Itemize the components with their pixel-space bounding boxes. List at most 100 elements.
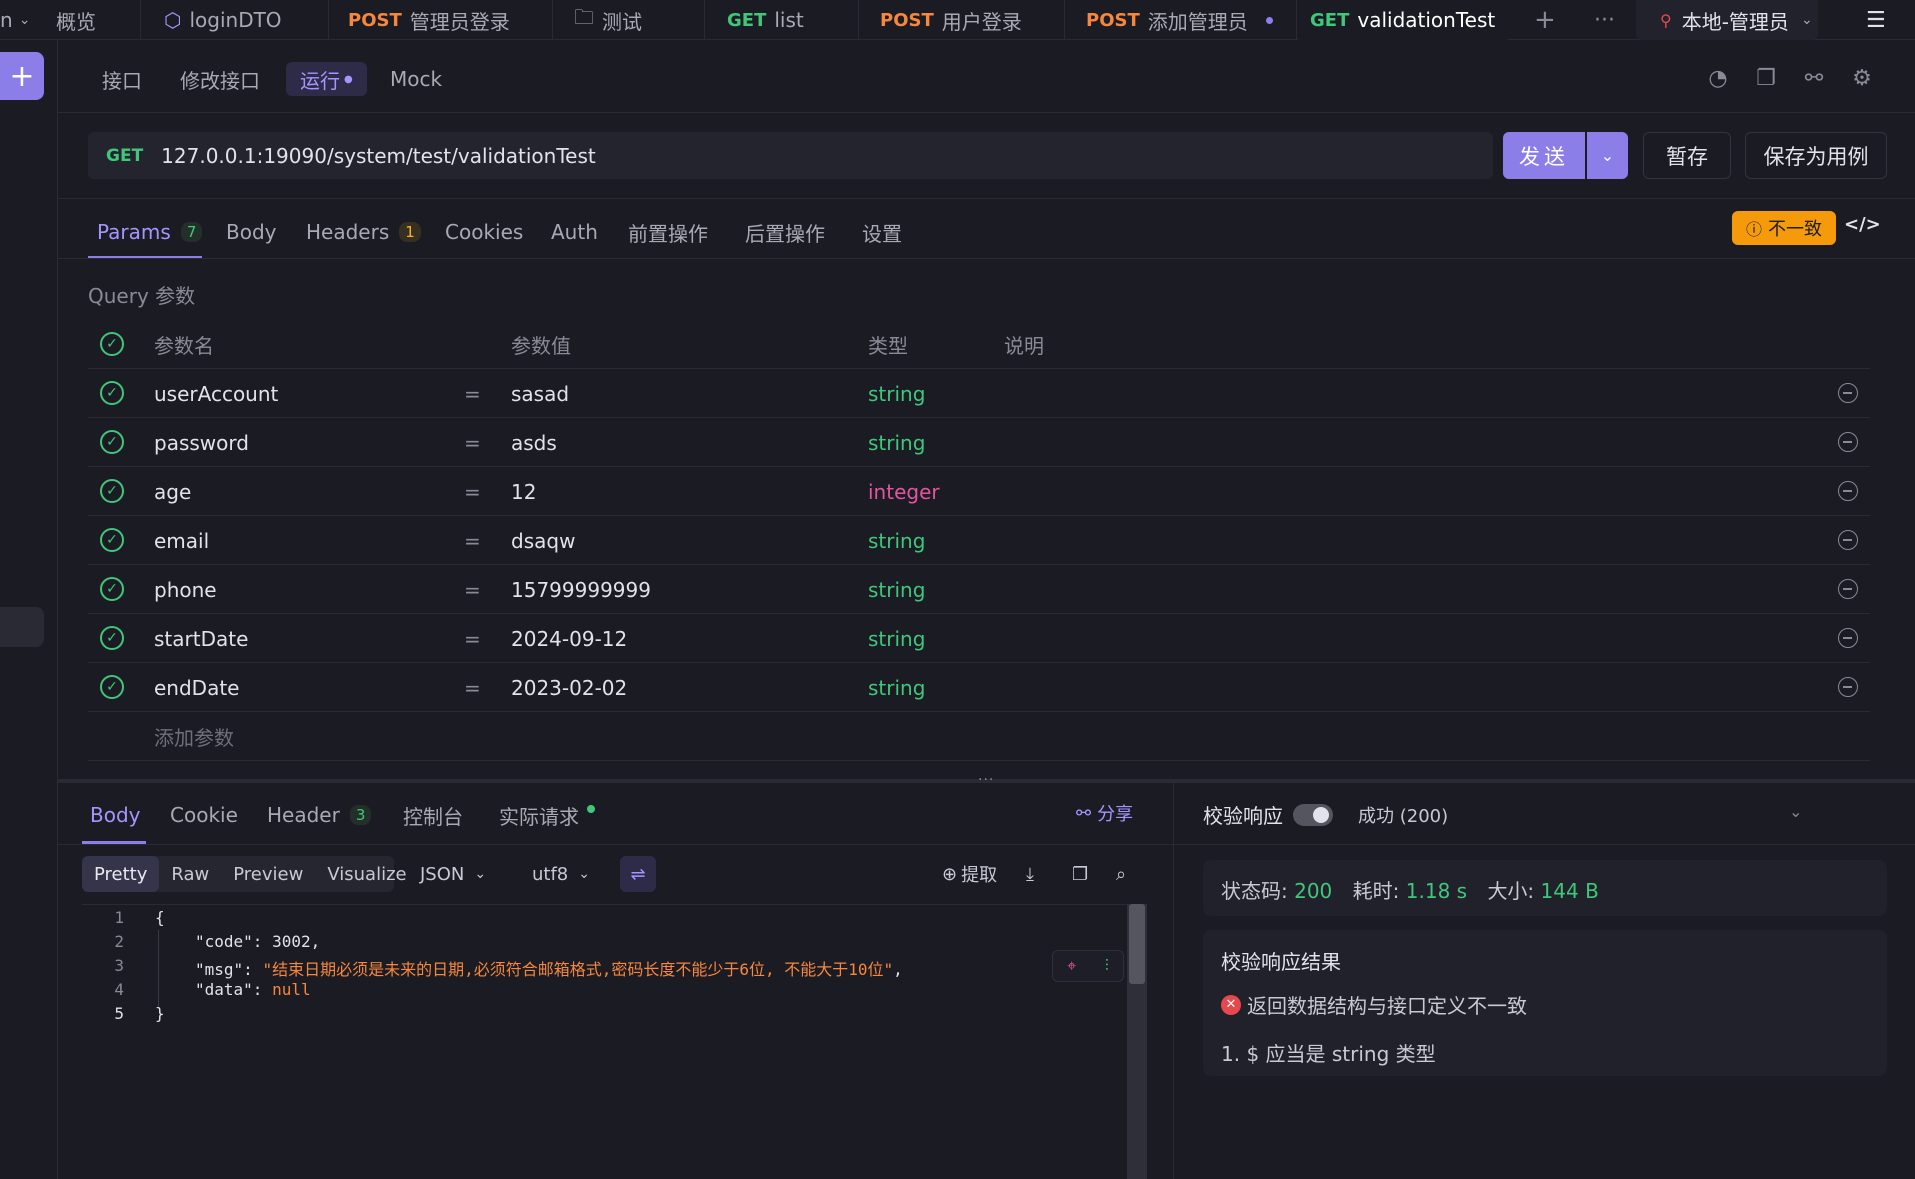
param-type[interactable]: string: [868, 369, 925, 418]
param-value[interactable]: 2023-02-02: [511, 663, 627, 712]
view-preview[interactable]: Preview: [221, 856, 315, 892]
tab-overview[interactable]: 概览: [56, 0, 96, 40]
share-nodes-icon[interactable]: ⚯: [1800, 64, 1828, 92]
copy-icon[interactable]: ❐: [1072, 858, 1088, 890]
search-icon[interactable]: ⌕: [1116, 858, 1126, 890]
param-name[interactable]: age: [154, 467, 191, 516]
tab-settings[interactable]: 设置: [862, 215, 902, 249]
view-visualize[interactable]: Visualize: [315, 856, 418, 892]
remove-icon[interactable]: [1838, 628, 1858, 648]
param-name[interactable]: password: [154, 418, 249, 467]
param-type[interactable]: string: [868, 663, 925, 712]
tab-add-admin[interactable]: POST 添加管理员: [1086, 0, 1273, 40]
focus-icon[interactable]: ⌖: [1067, 956, 1076, 976]
history-icon[interactable]: ◔: [1704, 64, 1732, 92]
param-name[interactable]: startDate: [154, 614, 248, 663]
tab-pre-ops[interactable]: 前置操作: [628, 215, 708, 249]
send-button[interactable]: 发送: [1503, 132, 1585, 179]
encoding-select[interactable]: utf8 ⌄: [532, 856, 590, 892]
param-type[interactable]: integer: [868, 467, 940, 516]
extract-button[interactable]: ⊕ 提取: [942, 858, 997, 890]
row-checkbox[interactable]: ✓: [100, 675, 124, 699]
resp-tab-actual-request[interactable]: 实际请求: [499, 798, 595, 832]
param-name[interactable]: userAccount: [154, 369, 278, 418]
param-value[interactable]: 15799999999: [511, 565, 651, 614]
select-all-checkbox[interactable]: ✓: [100, 332, 124, 356]
add-tab-icon[interactable]: +: [1534, 0, 1556, 40]
row-checkbox[interactable]: ✓: [100, 577, 124, 601]
tab-post-ops[interactable]: 后置操作: [745, 215, 825, 249]
tab-test[interactable]: 🗀 测试: [574, 0, 642, 40]
save-case-button[interactable]: 保存为用例: [1745, 132, 1887, 179]
subtab-edit[interactable]: 修改接口: [166, 62, 274, 96]
param-value[interactable]: asds: [511, 418, 557, 467]
drag-handle-icon[interactable]: ···: [978, 772, 994, 788]
tab-user-login[interactable]: POST 用户登录: [880, 0, 1022, 40]
param-type[interactable]: string: [868, 516, 925, 565]
param-type[interactable]: string: [868, 565, 925, 614]
resp-tab-cookie[interactable]: Cookie: [170, 798, 238, 832]
param-type[interactable]: string: [868, 614, 925, 663]
rail-item[interactable]: [0, 607, 44, 647]
validate-status-select[interactable]: 成功 (200): [1358, 802, 1448, 828]
remove-icon[interactable]: [1838, 432, 1858, 452]
download-icon[interactable]: ⤓: [1026, 858, 1034, 890]
param-value[interactable]: dsaqw: [511, 516, 575, 565]
chevron-down-icon[interactable]: ⌄: [1789, 802, 1802, 821]
row-checkbox[interactable]: ✓: [100, 528, 124, 552]
resp-tab-console[interactable]: 控制台: [403, 798, 463, 832]
tab-auth[interactable]: Auth: [551, 215, 598, 249]
settings-icon[interactable]: ⚙: [1848, 64, 1876, 92]
row-checkbox[interactable]: ✓: [100, 381, 124, 405]
tab-list[interactable]: GET list: [727, 0, 804, 40]
copy-icon[interactable]: ❐: [1752, 64, 1780, 92]
remove-icon[interactable]: [1838, 530, 1858, 550]
tab-params[interactable]: Params 7: [97, 215, 203, 249]
param-type[interactable]: string: [868, 418, 925, 467]
remove-icon[interactable]: [1838, 579, 1858, 599]
request-method[interactable]: GET: [106, 146, 143, 166]
tab-headers[interactable]: Headers 1: [306, 215, 421, 249]
scroll-thumb[interactable]: [1129, 904, 1145, 984]
view-raw[interactable]: Raw: [159, 856, 221, 892]
param-value[interactable]: 12: [511, 467, 536, 516]
add-param-input[interactable]: 添加参数: [154, 712, 234, 761]
row-checkbox[interactable]: ✓: [100, 430, 124, 454]
url-input[interactable]: 127.0.0.1:19090/system/test/validationTe…: [161, 144, 596, 168]
remove-icon[interactable]: [1838, 383, 1858, 403]
tab-admin-login[interactable]: POST 管理员登录: [348, 0, 510, 40]
remove-icon[interactable]: [1838, 677, 1858, 697]
resp-tab-body[interactable]: Body: [90, 798, 141, 832]
tab-validationtest[interactable]: GET validationTest: [1298, 0, 1508, 40]
align-icon[interactable]: ⫶: [1105, 956, 1109, 976]
view-pretty[interactable]: Pretty: [82, 856, 160, 892]
row-checkbox[interactable]: ✓: [100, 479, 124, 503]
more-icon[interactable]: ···: [1594, 0, 1615, 40]
tab-overflow[interactable]: n ⌄: [0, 0, 30, 40]
tab-body[interactable]: Body: [226, 215, 277, 249]
wrap-lines-button[interactable]: ⇌: [620, 856, 656, 892]
param-name[interactable]: endDate: [154, 663, 239, 712]
param-value[interactable]: sasad: [511, 369, 569, 418]
url-bar[interactable]: GET 127.0.0.1:19090/system/test/validati…: [88, 132, 1493, 179]
code-icon[interactable]: </>: [1844, 214, 1881, 235]
validate-toggle[interactable]: [1293, 803, 1333, 826]
resp-tab-header[interactable]: Header 3: [267, 798, 372, 832]
tab-logindto[interactable]: ⬡ loginDTO: [164, 0, 282, 40]
param-name[interactable]: email: [154, 516, 209, 565]
param-value[interactable]: 2024-09-12: [511, 614, 627, 663]
send-dropdown[interactable]: ⌄: [1587, 132, 1628, 179]
subtab-run[interactable]: 运行 ●: [286, 62, 367, 96]
row-checkbox[interactable]: ✓: [100, 626, 124, 650]
tab-cookies[interactable]: Cookies: [445, 215, 523, 249]
share-button[interactable]: ⚯ 分享: [1076, 800, 1133, 826]
remove-icon[interactable]: [1838, 481, 1858, 501]
new-button[interactable]: +: [0, 52, 44, 100]
menu-icon[interactable]: ☰: [1866, 0, 1886, 40]
format-select[interactable]: JSON ⌄: [420, 856, 486, 892]
param-name[interactable]: phone: [154, 565, 217, 614]
environment-select[interactable]: ⚲ 本地-管理员 ⌄: [1636, 0, 1818, 40]
subtab-api[interactable]: 接口: [88, 62, 156, 96]
inconsistent-badge[interactable]: ⓘ 不一致: [1732, 211, 1836, 245]
subtab-mock[interactable]: Mock: [376, 62, 456, 96]
